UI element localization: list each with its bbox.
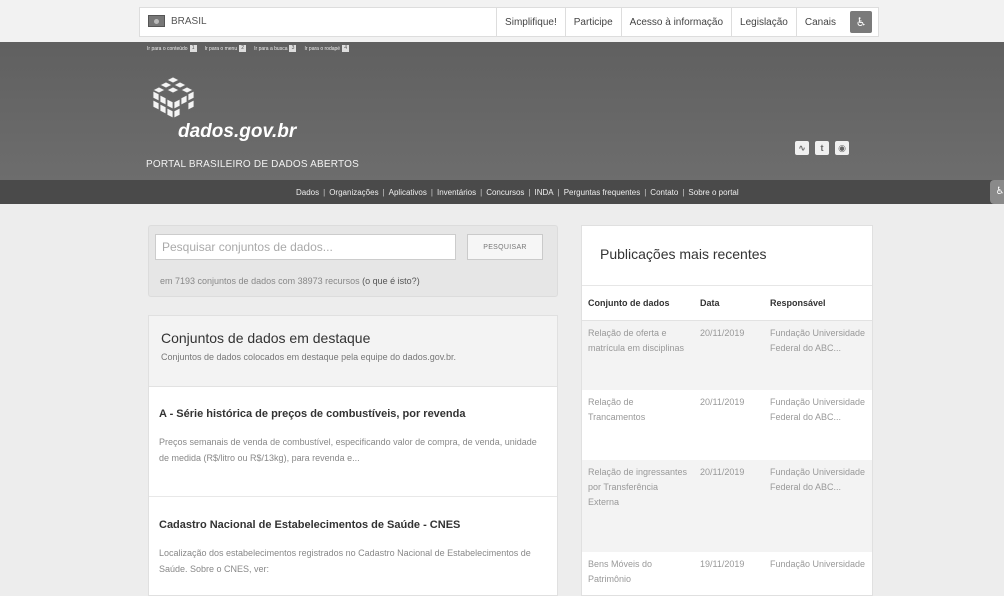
nav-item-inventarios[interactable]: Inventários: [433, 188, 480, 197]
search-button[interactable]: PESQUISAR: [467, 234, 543, 260]
skip-to-footer-link[interactable]: Ir para o rodapé 4: [304, 45, 350, 52]
what-is-this-link[interactable]: (o que é isto?): [362, 276, 420, 286]
nav-item-organizacoes[interactable]: Organizações: [325, 188, 382, 197]
skip-key-badge: 2: [239, 45, 247, 52]
accessibility-icon[interactable]: ♿: [850, 11, 872, 33]
brazil-flag-icon: [148, 15, 165, 27]
featured-dataset-item[interactable]: Cadastro Nacional de Estabelecimentos de…: [149, 497, 557, 595]
skip-link-label: Ir para a busca: [254, 45, 288, 52]
cell-dataset[interactable]: Relação de ingressantes por Transferênci…: [582, 460, 694, 552]
government-bar-inner: BRASIL Simplifique! Participe Acesso à i…: [139, 7, 879, 37]
cell-owner[interactable]: Fundação Universidade: [764, 552, 872, 592]
search-panel: PESQUISAR em 7193 conjuntos de dados com…: [148, 225, 558, 297]
featured-datasets-panel: Conjuntos de dados em destaque Conjuntos…: [148, 315, 558, 596]
recent-publications-table: Conjunto de dados Data Responsável Relaç…: [582, 286, 872, 592]
column-header-owner: Responsável: [764, 286, 872, 321]
nav-item-concursos[interactable]: Concursos: [482, 188, 528, 197]
table-header-row: Conjunto de dados Data Responsável: [582, 286, 872, 321]
recent-publications-title: Publicações mais recentes: [582, 226, 872, 286]
gov-link-simplifique[interactable]: Simplifique!: [496, 8, 565, 36]
skip-to-menu-link[interactable]: Ir para o menu 2: [205, 45, 247, 52]
featured-description: Conjuntos de dados colocados em destaque…: [161, 352, 457, 362]
search-input[interactable]: [155, 234, 456, 260]
skip-link-label: Ir para o conteúdo: [147, 45, 188, 52]
cell-date: 20/11/2019: [700, 397, 745, 407]
featured-header: Conjuntos de dados em destaque Conjuntos…: [149, 316, 557, 387]
cell-owner[interactable]: Fundação Universidade Federal do ABC...: [764, 320, 872, 390]
nav-item-sobre-o-portal[interactable]: Sobre o portal: [684, 188, 742, 197]
cell-date: 19/11/2019: [700, 559, 745, 569]
skip-link-label: Ir para o menu: [204, 45, 238, 52]
skip-to-search-link[interactable]: Ir para a busca 3: [254, 45, 297, 52]
government-links: Simplifique! Participe Acesso à informaç…: [496, 8, 878, 36]
skip-key-badge: 1: [189, 45, 197, 52]
featured-title: Conjuntos de dados em destaque: [161, 330, 371, 346]
gov-link-participe[interactable]: Participe: [564, 8, 621, 36]
twitter-icon[interactable]: t: [815, 141, 829, 155]
featured-dataset-description: Preços semanais de venda de combustível,…: [159, 437, 537, 463]
nav-item-aplicativos[interactable]: Aplicativos: [385, 188, 431, 197]
main-navigation: Dados | Organizações | Aplicativos | Invent…: [0, 180, 1004, 204]
skip-key-badge: 3: [289, 45, 297, 52]
gov-link-legislacao[interactable]: Legislação: [731, 8, 796, 36]
featured-dataset-title[interactable]: A - Série histórica de preços de combust…: [159, 408, 547, 420]
nav-item-perguntas-frequentes[interactable]: Perguntas frequentes: [560, 188, 645, 197]
column-header-dataset: Conjunto de dados: [582, 286, 694, 321]
dataset-stats-text: em 7193 conjuntos de dados com 38973 rec…: [160, 276, 360, 286]
side-accessibility-icon[interactable]: ♿: [990, 180, 1004, 204]
rss-icon[interactable]: ∿: [795, 141, 809, 155]
nav-list: Dados | Organizações | Aplicativos | Invent…: [292, 180, 743, 204]
gov-link-canais[interactable]: Canais: [795, 8, 844, 36]
cell-dataset[interactable]: Bens Móveis do Patrimônio: [582, 552, 694, 592]
column-header-date: Data: [694, 286, 764, 321]
cell-dataset[interactable]: Relação de Trancamentos: [582, 390, 694, 460]
table-row[interactable]: Relação de oferta e matrícula em discipl…: [582, 320, 872, 390]
skip-links: Ir para o conteúdo 1 Ir para o menu 2 Ir p…: [147, 45, 350, 52]
table-row[interactable]: Relação de ingressantes por Transferênci…: [582, 460, 872, 552]
nav-item-inda[interactable]: INDA: [531, 188, 558, 197]
government-bar: BRASIL Simplifique! Participe Acesso à i…: [0, 0, 1004, 42]
brasil-label: BRASIL: [171, 15, 207, 27]
cell-owner[interactable]: Fundação Universidade Federal do ABC...: [764, 390, 872, 460]
nav-item-dados[interactable]: Dados: [292, 188, 323, 197]
site-header: Ir para o conteúdo 1 Ir para o menu 2 Ir p…: [0, 42, 1004, 180]
gov-link-acesso-informacao[interactable]: Acesso à informação: [620, 8, 731, 36]
skip-key-badge: 4: [342, 45, 350, 52]
featured-dataset-title[interactable]: Cadastro Nacional de Estabelecimentos de…: [159, 519, 547, 531]
github-icon[interactable]: ◉: [835, 141, 849, 155]
site-name-link[interactable]: dados.gov.br: [178, 121, 296, 143]
cell-date: 20/11/2019: [694, 460, 764, 552]
dados-cube-logo-icon[interactable]: [148, 75, 198, 125]
skip-to-content-link[interactable]: Ir para o conteúdo 1: [147, 45, 197, 52]
featured-dataset-item[interactable]: A - Série histórica de preços de combust…: [149, 387, 557, 497]
cell-owner[interactable]: Fundação Universidade Federal do ABC...: [764, 460, 872, 552]
skip-link-label: Ir para o rodapé: [304, 45, 341, 52]
recent-publications-panel: Publicações mais recentes Conjunto de da…: [581, 225, 873, 596]
brasil-link[interactable]: BRASIL: [148, 15, 207, 27]
site-subtitle: PORTAL BRASILEIRO DE DADOS ABERTOS: [146, 159, 359, 170]
social-links: ∿ t ◉: [795, 141, 849, 155]
featured-dataset-description: Localização dos estabelecimentos registr…: [159, 548, 531, 574]
table-row[interactable]: Bens Móveis do Patrimônio 19/11/2019 Fun…: [582, 552, 872, 592]
cell-date: 20/11/2019: [694, 320, 764, 390]
nav-item-contato[interactable]: Contato: [646, 188, 682, 197]
dataset-stats: em 7193 conjuntos de dados com 38973 rec…: [160, 276, 420, 286]
table-row[interactable]: Relação de Trancamentos 20/11/2019 Funda…: [582, 390, 872, 460]
cell-dataset[interactable]: Relação de oferta e matrícula em discipl…: [582, 320, 694, 390]
